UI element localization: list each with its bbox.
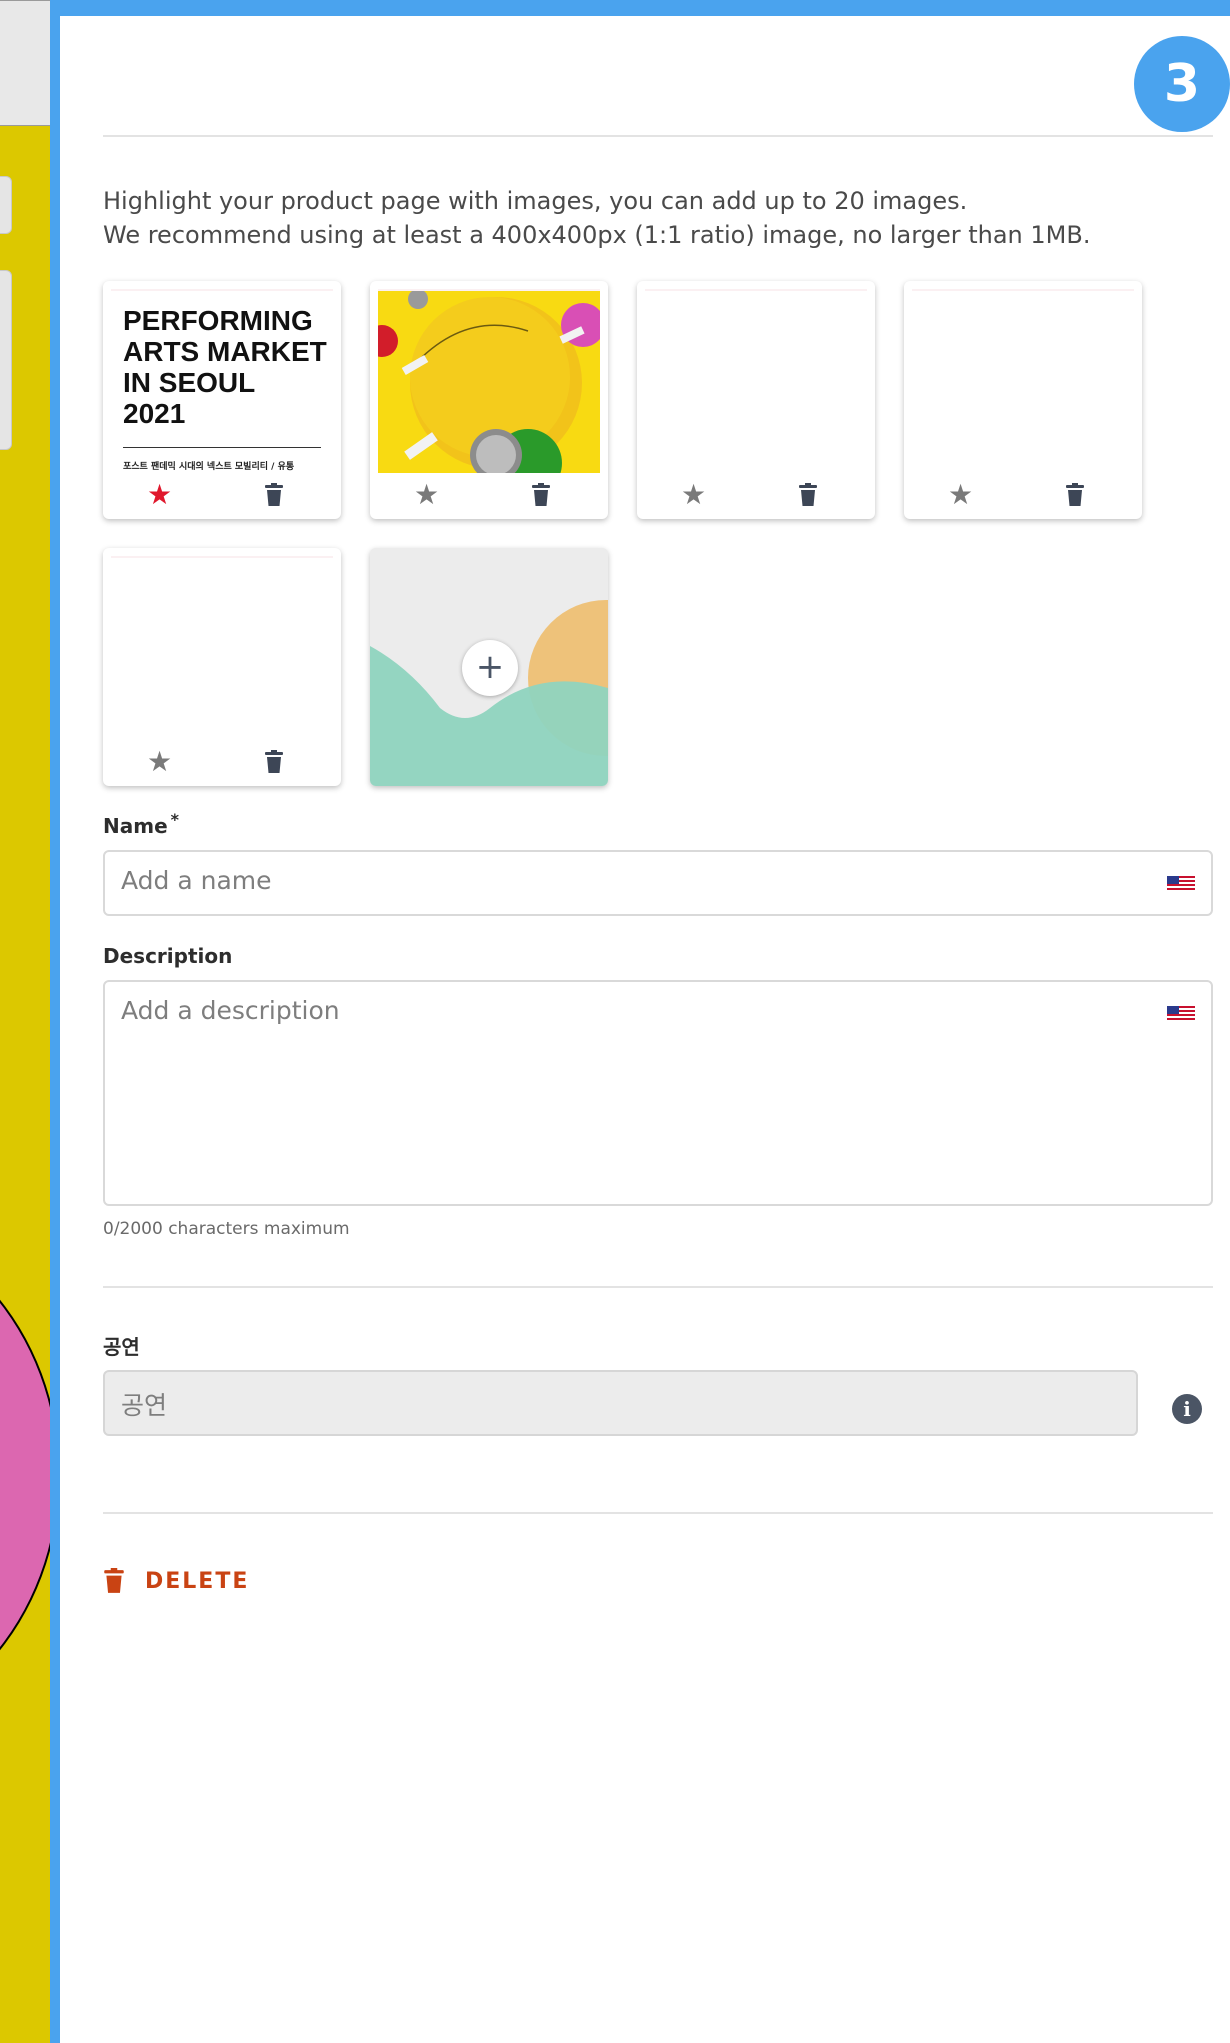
trash-icon[interactable] — [265, 483, 283, 507]
set-main-star-icon[interactable]: ★ — [147, 744, 172, 780]
background-field — [0, 176, 12, 234]
intro-line: We recommend using at least a 400x400px … — [103, 221, 1091, 249]
product-image — [378, 289, 600, 473]
balloon-artwork — [378, 291, 600, 473]
name-placeholder: Add a name — [121, 866, 272, 895]
description-placeholder: Add a description — [121, 996, 340, 1025]
poster-subtitle: 포스트 팬데믹 시대의 넥스트 모빌리티 / 유통 — [123, 462, 295, 472]
delete-label: DELETE — [145, 1568, 250, 1594]
description-label: Description — [103, 944, 233, 968]
category-field: 공연 — [103, 1370, 1138, 1436]
required-mark: * — [170, 810, 180, 829]
character-count-hint: 0/2000 characters maximum — [103, 1219, 350, 1239]
us-flag-icon[interactable] — [1167, 876, 1195, 892]
trash-icon[interactable] — [265, 750, 283, 774]
trash-icon — [104, 1568, 124, 1593]
trash-icon[interactable] — [532, 483, 550, 507]
set-main-star-icon[interactable]: ★ — [414, 477, 439, 513]
step-badge: 3 — [1134, 36, 1230, 132]
trash-icon[interactable] — [799, 483, 817, 507]
trash-icon[interactable] — [1066, 483, 1084, 507]
category-label: 공연 — [103, 1335, 140, 1359]
image-tile[interactable]: PERFORMING ARTS MARKET IN SEOUL 2021 포스트… — [103, 281, 341, 519]
background-topbar — [0, 0, 55, 126]
name-label-text: Name — [103, 814, 168, 838]
image-actions: ★ — [103, 740, 341, 786]
divider — [103, 135, 1213, 137]
product-image: PERFORMING ARTS MARKET IN SEOUL 2021 포스트… — [111, 289, 333, 473]
divider — [103, 1286, 1213, 1288]
description-textarea[interactable]: Add a description — [103, 980, 1213, 1206]
product-image — [912, 289, 1134, 473]
intro-line: Highlight your product page with images,… — [103, 187, 968, 215]
image-actions: ★ — [904, 473, 1142, 519]
main-image-star-icon[interactable]: ★ — [147, 477, 172, 513]
product-image — [111, 556, 333, 740]
image-actions: ★ — [370, 473, 608, 519]
image-actions: ★ — [637, 473, 875, 519]
background-decoration — [0, 1210, 55, 1740]
images-intro-text: Highlight your product page with images,… — [103, 184, 1090, 252]
image-tile[interactable]: ★ — [370, 281, 608, 519]
poster-divider — [123, 447, 321, 448]
background-field — [0, 270, 12, 450]
image-actions: ★ — [103, 473, 341, 519]
add-image-button[interactable]: + — [462, 640, 518, 696]
set-main-star-icon[interactable]: ★ — [681, 477, 706, 513]
product-image — [645, 289, 867, 473]
delete-button[interactable]: DELETE — [103, 1564, 249, 1598]
category-value: 공연 — [121, 1391, 168, 1420]
divider — [103, 1512, 1213, 1514]
set-main-star-icon[interactable]: ★ — [948, 477, 973, 513]
poster-title: PERFORMING ARTS MARKET IN SEOUL 2021 — [123, 305, 327, 429]
name-label: Name * — [103, 810, 179, 838]
image-tile[interactable]: ★ — [637, 281, 875, 519]
image-tile[interactable]: ★ — [103, 548, 341, 786]
add-image-tile[interactable]: + — [370, 548, 608, 786]
background-page — [0, 0, 55, 2043]
image-tile[interactable]: ★ — [904, 281, 1142, 519]
name-input[interactable]: Add a name — [103, 850, 1213, 916]
info-icon[interactable]: i — [1172, 1394, 1202, 1424]
us-flag-icon[interactable] — [1167, 1006, 1195, 1022]
